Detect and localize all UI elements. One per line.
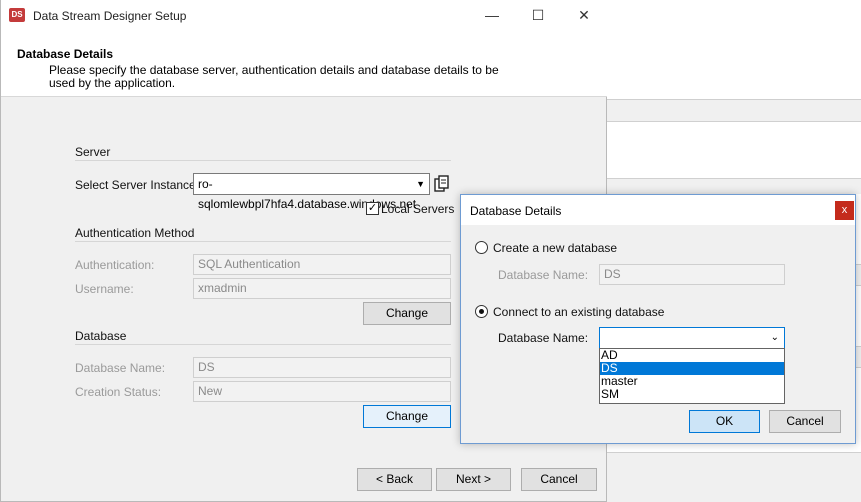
authentication-field: SQL Authentication xyxy=(193,254,451,275)
dropdown-option[interactable]: master xyxy=(600,375,784,388)
dialog-cancel-button[interactable]: Cancel xyxy=(769,410,841,433)
server-instance-combo[interactable]: ro-sqlomlewbpl7hfa4.database.windows.net… xyxy=(193,173,430,211)
close-button[interactable]: ✕ xyxy=(561,0,607,31)
create-new-radio[interactable] xyxy=(475,241,488,254)
change-database-button[interactable]: Change xyxy=(363,405,451,428)
local-servers-checkbox[interactable]: ✓ xyxy=(366,202,379,215)
next-button[interactable]: Next > xyxy=(436,468,511,491)
server-instance-label: Select Server Instance: xyxy=(75,178,200,192)
database-details-dialog: Database Details x Create a new database… xyxy=(460,194,856,444)
maximize-button[interactable]: ☐ xyxy=(515,0,561,31)
app-logo-icon: DS xyxy=(9,8,25,22)
dialog-close-button[interactable]: x xyxy=(835,201,854,220)
change-auth-button[interactable]: Change xyxy=(363,302,451,325)
connect-existing-radio[interactable] xyxy=(475,305,488,318)
dialog-title: Database Details xyxy=(470,204,562,218)
section-divider xyxy=(75,241,451,242)
section-divider xyxy=(75,160,451,161)
dropdown-option[interactable]: AD xyxy=(600,349,784,362)
auth-section-label: Authentication Method xyxy=(75,226,195,240)
connect-existing-label: Connect to an existing database xyxy=(493,305,665,319)
local-servers-label: Local Servers xyxy=(381,202,455,216)
page-title: Database Details xyxy=(17,47,114,61)
create-name-field: DS xyxy=(599,264,785,285)
authentication-label: Authentication: xyxy=(75,258,155,272)
database-section-label: Database xyxy=(75,329,127,343)
ok-button[interactable]: OK xyxy=(689,410,760,433)
back-button[interactable]: < Back xyxy=(357,468,432,491)
radio-selected-dot xyxy=(479,309,484,314)
server-section-label: Server xyxy=(75,145,111,159)
window-title: Data Stream Designer Setup xyxy=(33,9,187,23)
create-new-label: Create a new database xyxy=(493,241,618,255)
username-field: xmadmin xyxy=(193,278,451,299)
browse-servers-icon[interactable] xyxy=(433,174,451,194)
chevron-down-icon: ▼ xyxy=(416,179,425,189)
background-window-band xyxy=(607,452,861,502)
database-name-field: DS xyxy=(193,357,451,378)
cancel-button[interactable]: Cancel xyxy=(521,468,597,491)
connect-name-label: Database Name: xyxy=(498,331,589,345)
username-label: Username: xyxy=(75,282,134,296)
title-bar[interactable]: DS Data Stream Designer Setup — ☐ ✕ xyxy=(1,0,607,31)
wizard-header: Database Details Please specify the data… xyxy=(1,31,607,97)
database-name-label: Database Name: xyxy=(75,361,166,375)
database-dropdown-list: AD DS master SM xyxy=(599,348,785,404)
minimize-button[interactable]: — xyxy=(469,0,515,31)
creation-status-label: Creation Status: xyxy=(75,385,162,399)
background-window-band xyxy=(607,100,861,122)
dialog-title-bar[interactable]: Database Details x xyxy=(461,195,855,225)
create-name-label: Database Name: xyxy=(498,268,589,282)
chevron-down-icon: ⌄ xyxy=(770,332,779,343)
connect-name-combo[interactable]: ⌄ xyxy=(599,327,785,349)
section-divider xyxy=(75,344,451,345)
dropdown-option[interactable]: SM xyxy=(600,388,784,401)
page-description: Please specify the database server, auth… xyxy=(49,63,499,90)
creation-status-field: New xyxy=(193,381,451,402)
background-window-band xyxy=(607,178,861,194)
